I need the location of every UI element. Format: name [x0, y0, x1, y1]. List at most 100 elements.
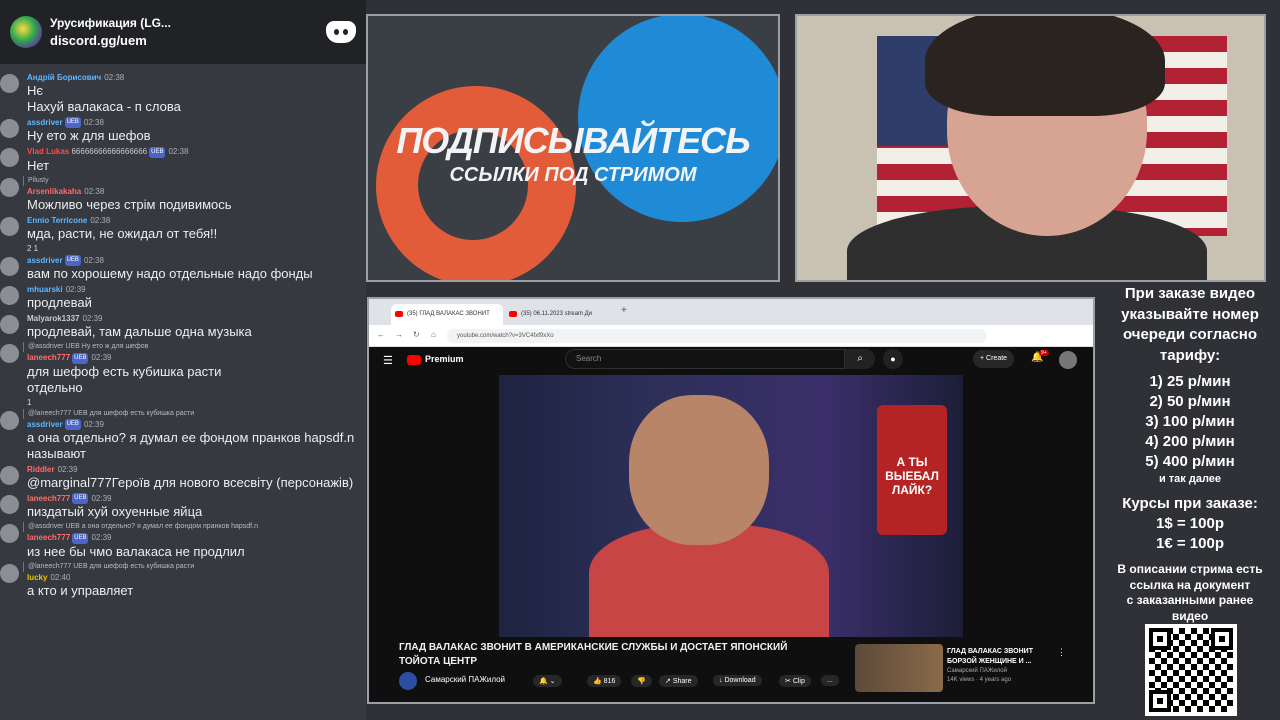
chat-message[interactable]: @assdriver UEB Ну ето ж для шефов laneech… — [0, 342, 366, 407]
message-text: для шефоф есть кубишка расти — [27, 363, 222, 379]
mic-icon[interactable]: ● — [883, 349, 903, 369]
address-bar[interactable]: youtube.com/watch?v=3VC4fxf9xXo — [447, 329, 987, 343]
author-name[interactable]: laneech777 — [27, 494, 70, 503]
clip-button[interactable]: ✂ Clip — [779, 675, 811, 687]
author-name[interactable]: Arsenlikakaha — [27, 187, 81, 196]
author-name[interactable]: Vlad Lukas — [27, 147, 69, 156]
reply-preview[interactable]: @assdriver UEB Ну ето ж для шефов — [23, 342, 366, 353]
avatar[interactable] — [0, 494, 19, 514]
chat-message[interactable]: Pilusty Arsenlikakaha 02:38 Можливо через с… — [0, 175, 366, 213]
avatar[interactable] — [0, 286, 19, 306]
more-options-icon[interactable]: ⋮ — [1057, 647, 1066, 658]
server-invite-link: discord.gg/uem — [50, 33, 147, 48]
role-badge: UEB — [64, 255, 81, 267]
chat-message[interactable]: Vlad Lukas 66666666666666666 UEB 02:38 Нет — [0, 146, 366, 173]
rate-line: 1€ = 100р — [1156, 535, 1224, 552]
author-name[interactable]: assdriver — [27, 420, 63, 429]
author-name[interactable]: Ennio Terricone — [27, 216, 87, 225]
author-name[interactable]: assdriver — [27, 256, 63, 265]
tariff-line: 2) 50 р/мин — [1149, 393, 1231, 410]
reactions[interactable]: 1 — [27, 398, 366, 407]
author-name[interactable]: laneech777 — [27, 353, 70, 362]
chat-message[interactable]: @laneech777 UEB для шефоф есть кубишка р… — [0, 561, 366, 599]
menu-icon[interactable]: ☰ — [383, 354, 393, 367]
back-icon[interactable]: ← — [377, 330, 385, 339]
chat-message[interactable]: mhuarski 02:39 продлевай — [0, 284, 366, 311]
chat-message[interactable]: Malyarok1337 02:39 продлевай, там дальше о… — [0, 313, 366, 340]
avatar[interactable] — [0, 410, 19, 430]
avatar[interactable] — [0, 315, 19, 335]
timestamp: 02:38 — [84, 186, 105, 196]
like-button[interactable]: 👍 816 — [587, 675, 622, 687]
create-label: Create — [986, 355, 1008, 362]
author-name[interactable]: Riddler — [27, 465, 55, 474]
message-meta: assdriver UEB 02:39 — [27, 418, 366, 430]
download-button[interactable]: ↓ Download — [713, 675, 762, 686]
chat-message[interactable]: Riddler 02:39 @marginal777Героїв для новог… — [0, 464, 366, 491]
author-name[interactable]: Malyarok1337 — [27, 314, 79, 323]
browser-tab[interactable]: (35) 06.11.2023 stream Ди — [505, 304, 617, 325]
message-text: Можливо через стрім подивимось — [27, 196, 232, 212]
reply-preview[interactable]: @laneech777 UEB для шефоф есть кубишка р… — [23, 561, 366, 572]
chat-message[interactable]: @assdriver UEB а она отдельно? я думал е… — [0, 522, 366, 559]
search-input[interactable]: Search — [565, 349, 845, 369]
chat-message[interactable]: assdriver UEB 02:38 Ну ето ж для шефов — [0, 117, 366, 144]
avatar[interactable] — [1059, 351, 1077, 369]
reply-preview[interactable]: @laneech777 UEB для шефоф есть кубишка р… — [23, 408, 366, 419]
author-name[interactable]: assdriver — [27, 118, 63, 127]
chat-message[interactable]: laneech777 UEB 02:39 пиздатый хуй охуенные … — [0, 493, 366, 520]
avatar[interactable] — [0, 256, 19, 276]
new-tab-icon[interactable]: + — [621, 305, 627, 316]
chat-message[interactable]: Ennio Terricone 02:38 мда, расти, не ожида… — [0, 215, 366, 253]
author-name[interactable]: mhuarski — [27, 285, 63, 294]
avatar[interactable] — [0, 563, 19, 583]
avatar[interactable] — [0, 148, 19, 168]
message-meta: Arsenlikakaha 02:38 — [27, 186, 366, 197]
video-player[interactable]: А ТЫ ВЫЕБАЛ ЛАЙК? — [499, 375, 963, 637]
avatar[interactable] — [0, 465, 19, 485]
search-icon[interactable]: ⌕ — [845, 349, 875, 369]
message-meta: Андрій Борисович 02:38 — [27, 72, 366, 83]
reply-preview[interactable]: @assdriver UEB а она отдельно? я думал е… — [23, 522, 366, 533]
youtube-logo-icon[interactable] — [407, 355, 421, 365]
reload-icon[interactable]: ↻ — [413, 330, 420, 339]
timestamp: 02:39 — [91, 493, 112, 503]
bell-subscribe-button[interactable]: 🔔 ⌄ — [533, 675, 562, 687]
youtube-premium-label[interactable]: Premium — [425, 354, 464, 364]
tariff-line: 5) 400 р/мин — [1145, 453, 1235, 470]
chat-message[interactable]: assdriver UEB 02:38 вам по хорошему надо от… — [0, 255, 366, 282]
channel-name[interactable]: Самарский ПАЖилой — [425, 675, 505, 684]
channel-avatar[interactable] — [399, 672, 417, 690]
discord-chat-panel: Урусификация (LG... discord.gg/uem Андрі… — [0, 0, 366, 720]
related-video-title[interactable]: ГЛАД ВАЛАКАС ЗВОНИТ БОРЗОЙ ЖЕНЩИНЕ И ... — [947, 647, 1047, 667]
home-icon[interactable]: ⌂ — [431, 330, 436, 339]
author-name[interactable]: lucky — [27, 573, 47, 582]
forward-icon[interactable]: → — [395, 330, 403, 339]
share-label: Share — [672, 678, 692, 685]
doc-note-line: ссылка на документ — [1129, 577, 1251, 592]
author-name[interactable]: laneech777 — [27, 533, 70, 542]
chat-message[interactable]: @laneech777 UEB для шефоф есть кубишка р… — [0, 408, 366, 462]
related-video-thumbnail[interactable] — [855, 644, 943, 692]
share-button[interactable]: ↗ Share — [659, 675, 698, 687]
avatar[interactable] — [0, 524, 19, 544]
avatar[interactable] — [0, 177, 19, 197]
timestamp: 02:38 — [90, 215, 111, 225]
create-button[interactable]: + Create — [973, 350, 1015, 368]
dislike-button[interactable]: 👎 — [631, 675, 652, 687]
avatar[interactable] — [0, 74, 19, 93]
browser-tab-active[interactable]: (35) ГЛАД ВАЛАКАС ЗВОНИТ — [391, 304, 503, 325]
avatar[interactable] — [0, 119, 19, 138]
avatar[interactable] — [0, 216, 19, 236]
poster-text: А ТЫ ВЫЕБАЛ ЛАЙК? — [885, 455, 939, 497]
author-name[interactable]: Андрій Борисович — [27, 73, 101, 82]
telegram-logo-icon — [578, 16, 778, 222]
related-video-meta: Самарский ПАЖилой 14K views · 4 years ag… — [947, 667, 1057, 685]
chat-message[interactable]: Андрій Борисович 02:38 Нє Нахуй валакаса - … — [0, 72, 366, 115]
doc-note-line: с заказанными ранее — [1126, 593, 1254, 607]
avatar[interactable] — [0, 344, 19, 364]
reply-preview[interactable]: Pilusty — [23, 175, 366, 186]
qr-finder — [1149, 628, 1171, 650]
more-button[interactable]: ... — [821, 675, 839, 686]
reactions[interactable]: 2 1 — [27, 244, 366, 253]
